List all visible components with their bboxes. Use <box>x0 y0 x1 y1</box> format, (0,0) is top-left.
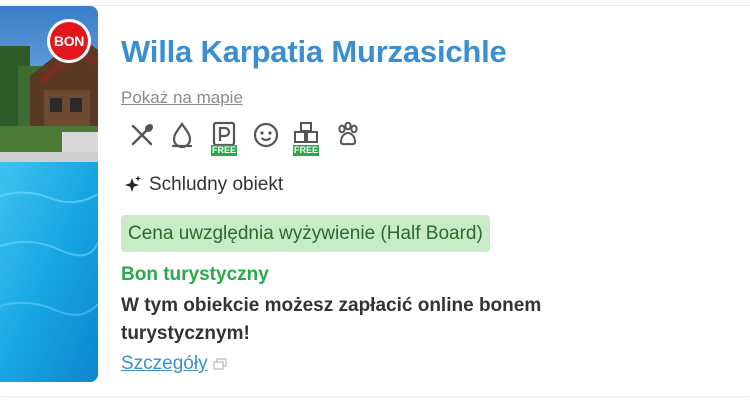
baby-face-icon <box>251 120 283 162</box>
hotel-card: BON Willa Karpatia Murzasichle Pokaż na … <box>0 6 750 396</box>
feature-label: Schludny obiekt <box>149 174 284 195</box>
details-link[interactable]: Szczegóły <box>121 353 208 375</box>
sparkle-icon <box>125 175 141 192</box>
tourist-voucher-text: W tym obiekcie możesz zapłacić online bo… <box>121 295 542 344</box>
feature-row: Schludny obiekt <box>121 174 283 196</box>
show-on-map-link[interactable]: Pokaż na mapie <box>121 88 243 108</box>
bon-badge: BON <box>47 19 91 63</box>
hotel-name-link[interactable]: Willa Karpatia Murzasichle <box>121 34 507 70</box>
free-kids-tag: FREE <box>293 145 320 156</box>
external-link-icon <box>212 358 227 370</box>
water-drop-icon <box>167 120 199 162</box>
paw-icon <box>333 120 365 162</box>
meal-plan-badge: Cena uwzględnia wyżywienie (Half Board) <box>121 215 490 252</box>
hotel-photo[interactable] <box>0 6 98 382</box>
free-parking-tag: FREE <box>211 145 238 156</box>
parking-icon: FREE <box>209 120 241 162</box>
kids-play-icon: FREE <box>291 120 323 162</box>
utensils-icon <box>127 120 159 162</box>
bon-badge-label: BON <box>50 22 88 60</box>
details-row: Szczegóły <box>121 353 227 375</box>
tourist-voucher-title: Bon turystyczny <box>121 264 269 285</box>
